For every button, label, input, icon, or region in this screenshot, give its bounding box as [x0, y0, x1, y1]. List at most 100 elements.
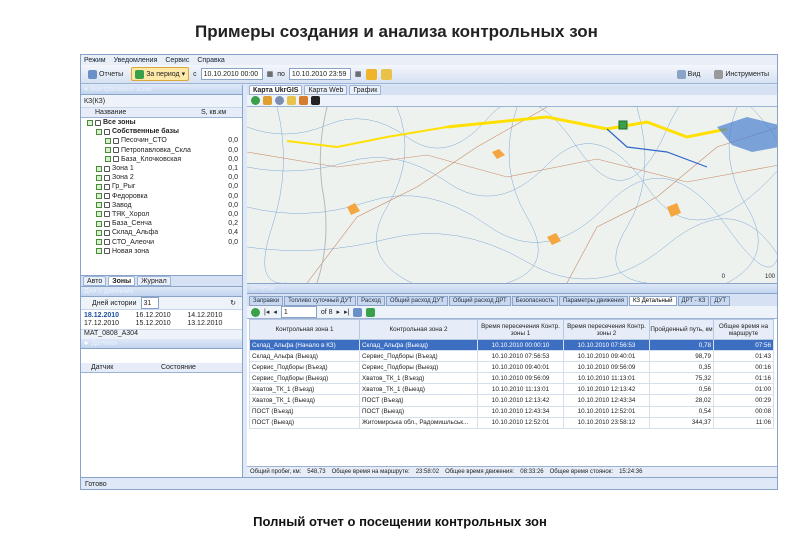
print-icon[interactable] [353, 307, 363, 317]
column-header[interactable]: Контрольная зона 1 [249, 319, 360, 340]
zone-checkbox[interactable] [96, 183, 102, 190]
calendar-icon[interactable]: ▦ [267, 70, 274, 78]
day-item[interactable]: 16.12.2010 [136, 312, 188, 319]
col-name-header[interactable]: Название [81, 109, 201, 116]
calendar-icon[interactable]: ▦ [355, 70, 362, 78]
search-icon[interactable] [380, 68, 392, 80]
zone-checkbox[interactable] [96, 193, 102, 200]
table-row[interactable]: Склад_Альфа (Начало в КЗ) Склад_Альфа (Вы… [249, 338, 774, 352]
report-tab[interactable]: ДРТ - КЗ [677, 296, 710, 306]
menu-item-mode[interactable]: Режим [84, 57, 106, 64]
zone-tree-item[interactable]: Зона 1 0,1 [81, 164, 242, 173]
day-item[interactable]: 13.12.2010 [187, 320, 239, 327]
zone-checkbox[interactable] [96, 220, 102, 227]
day-item[interactable]: 15.12.2010 [136, 320, 188, 327]
zone-checkbox[interactable] [96, 174, 102, 181]
next-page-icon[interactable]: ▸ [337, 308, 341, 316]
zone-tree-item[interactable]: Новая зона [81, 247, 242, 256]
tab-auto[interactable]: Авто [83, 276, 107, 286]
zone-checkbox[interactable] [96, 248, 102, 255]
zone-checkbox[interactable] [87, 119, 93, 126]
tab-map-web[interactable]: Карта Web [304, 85, 348, 95]
excel-icon[interactable] [366, 307, 376, 317]
camera-icon[interactable] [311, 96, 320, 105]
column-header[interactable]: Общее время на маршруте [713, 319, 774, 340]
reports-button[interactable]: Отчеты [84, 67, 127, 81]
report-tab[interactable]: Заправки [249, 296, 284, 306]
hand-icon[interactable] [263, 96, 272, 105]
table-row[interactable]: Хватов_ТК_1 (Въезд) Хватов_ТК_1 (Выезд) 10… [249, 383, 774, 396]
state-col-header[interactable]: Состояние [161, 364, 196, 371]
zone-checkbox[interactable] [96, 211, 102, 218]
menu-item-help[interactable]: Справка [197, 57, 224, 64]
table-row[interactable]: Сервис_Подборы (Въезд) Сервис_Подборы (Вы… [249, 361, 774, 374]
last-page-icon[interactable]: ▸| [344, 308, 349, 316]
table-row[interactable]: ПОСТ (Выезд) Житомирська обл., Радомишльс… [249, 416, 774, 429]
go-icon[interactable] [251, 96, 260, 105]
col-area-header[interactable]: S, кв.км [201, 109, 226, 116]
tab-journal[interactable]: Журнал [137, 276, 171, 286]
zone-tree-item[interactable]: Петропавловка_Скла 0,0 [81, 146, 242, 155]
table-row[interactable]: Сервис_Подборы (Выезд) Хватов_ТК_1 (Въезд… [249, 372, 774, 385]
report-tab[interactable]: Общий расход ДРТ [448, 296, 511, 306]
refresh-icon[interactable]: ↻ [230, 299, 236, 307]
zones-filter-input[interactable]: КЗ(КЗ) [84, 98, 105, 105]
zone-checkbox[interactable] [96, 128, 102, 135]
ruler-icon[interactable] [287, 96, 296, 105]
column-header[interactable]: Время пересечения Контр. зоны 2 [563, 319, 650, 340]
column-header[interactable]: Время пересечения Контр. зоны 1 [477, 319, 564, 340]
report-tab[interactable]: КЗ Детальный [628, 296, 677, 306]
prev-page-icon[interactable]: ◂ [273, 308, 277, 316]
first-page-icon[interactable]: |◂ [264, 308, 269, 316]
day-item[interactable]: 17.12.2010 [84, 320, 136, 327]
zone-checkbox[interactable] [96, 239, 102, 246]
tab-chart[interactable]: График [349, 85, 382, 95]
layers-icon[interactable] [299, 96, 308, 105]
table-row[interactable]: ПОСТ (Въезд) ПОСТ (Выезд) 10.10.2010 12:43… [249, 405, 774, 418]
zone-checkbox[interactable] [105, 156, 111, 163]
report-tab[interactable]: Общий расход ДУТ [385, 296, 448, 306]
sensor-col-header[interactable]: Датчик [81, 364, 161, 371]
tools-button[interactable]: Инструменты [710, 67, 773, 81]
zone-tree-item[interactable]: База_Сенча 0,2 [81, 219, 242, 228]
zone-tree-item[interactable]: Федоровка 0,0 [81, 192, 242, 201]
tab-zones[interactable]: Зоны [108, 276, 136, 286]
column-header[interactable]: Контрольная зона 2 [359, 319, 478, 340]
report-tab[interactable]: Топливо суточный ДУТ [284, 296, 357, 306]
zone-checkbox[interactable] [96, 165, 102, 172]
report-tab[interactable]: Расход [357, 296, 385, 306]
map-canvas[interactable]: 0 100 [247, 107, 777, 283]
days-history-input[interactable]: 31 [140, 297, 159, 309]
zone-tree-item[interactable]: ТЯК_Хорол 0,0 [81, 210, 242, 219]
zone-checkbox[interactable] [96, 202, 102, 209]
zone-tree-item[interactable]: Песочин_СТО 0,0 [81, 136, 242, 145]
zone-tree-item[interactable]: Зона 2 0,0 [81, 173, 242, 182]
table-row[interactable]: Склад_Альфа (Выезд) Сервис_Подборы (Въезд… [249, 350, 774, 363]
zoom-icon[interactable] [275, 96, 284, 105]
zone-tree-item[interactable]: СТО_Алеочи 0,0 [81, 237, 242, 246]
period-button[interactable]: За период ▾ [131, 67, 190, 81]
refresh-icon[interactable] [251, 307, 260, 317]
menu-item-service[interactable]: Сервис [165, 57, 189, 64]
day-item[interactable]: 18.12.2010 [84, 312, 136, 319]
zone-tree-item[interactable]: Все зоны [81, 118, 242, 127]
table-row[interactable]: Хватов_ТК_1 (Выезд) ПОСТ (Въезд) 10.10.201… [249, 394, 774, 407]
tab-map-ukrgis[interactable]: Карта UkrGIS [249, 85, 303, 95]
report-tab[interactable]: Параметры движения [559, 296, 628, 306]
day-item[interactable]: 14.12.2010 [187, 312, 239, 319]
report-tab[interactable]: ДУТ [710, 296, 730, 306]
zone-checkbox[interactable] [105, 137, 111, 144]
from-date-input[interactable]: 10.10.2010 00:00 [200, 68, 263, 80]
page-input[interactable]: 1 [280, 306, 317, 318]
zone-tree-item[interactable]: База_Клочковская 0,0 [81, 155, 242, 164]
zone-tree-item[interactable]: Склад_Альфа 0,4 [81, 228, 242, 237]
zone-tree-item[interactable]: Завод 0,0 [81, 201, 242, 210]
zone-tree-item[interactable]: Собственные базы [81, 127, 242, 136]
menu-item-notifications[interactable]: Уведомления [114, 57, 158, 64]
to-date-input[interactable]: 10.10.2010 23:59 [288, 68, 351, 80]
column-header[interactable]: Пройденный путь, км [649, 319, 714, 340]
zone-checkbox[interactable] [96, 229, 102, 236]
report-tab[interactable]: Безопасность [511, 296, 559, 306]
view-button[interactable]: Вид [673, 67, 705, 81]
collapse-icon[interactable]: « [84, 86, 88, 93]
